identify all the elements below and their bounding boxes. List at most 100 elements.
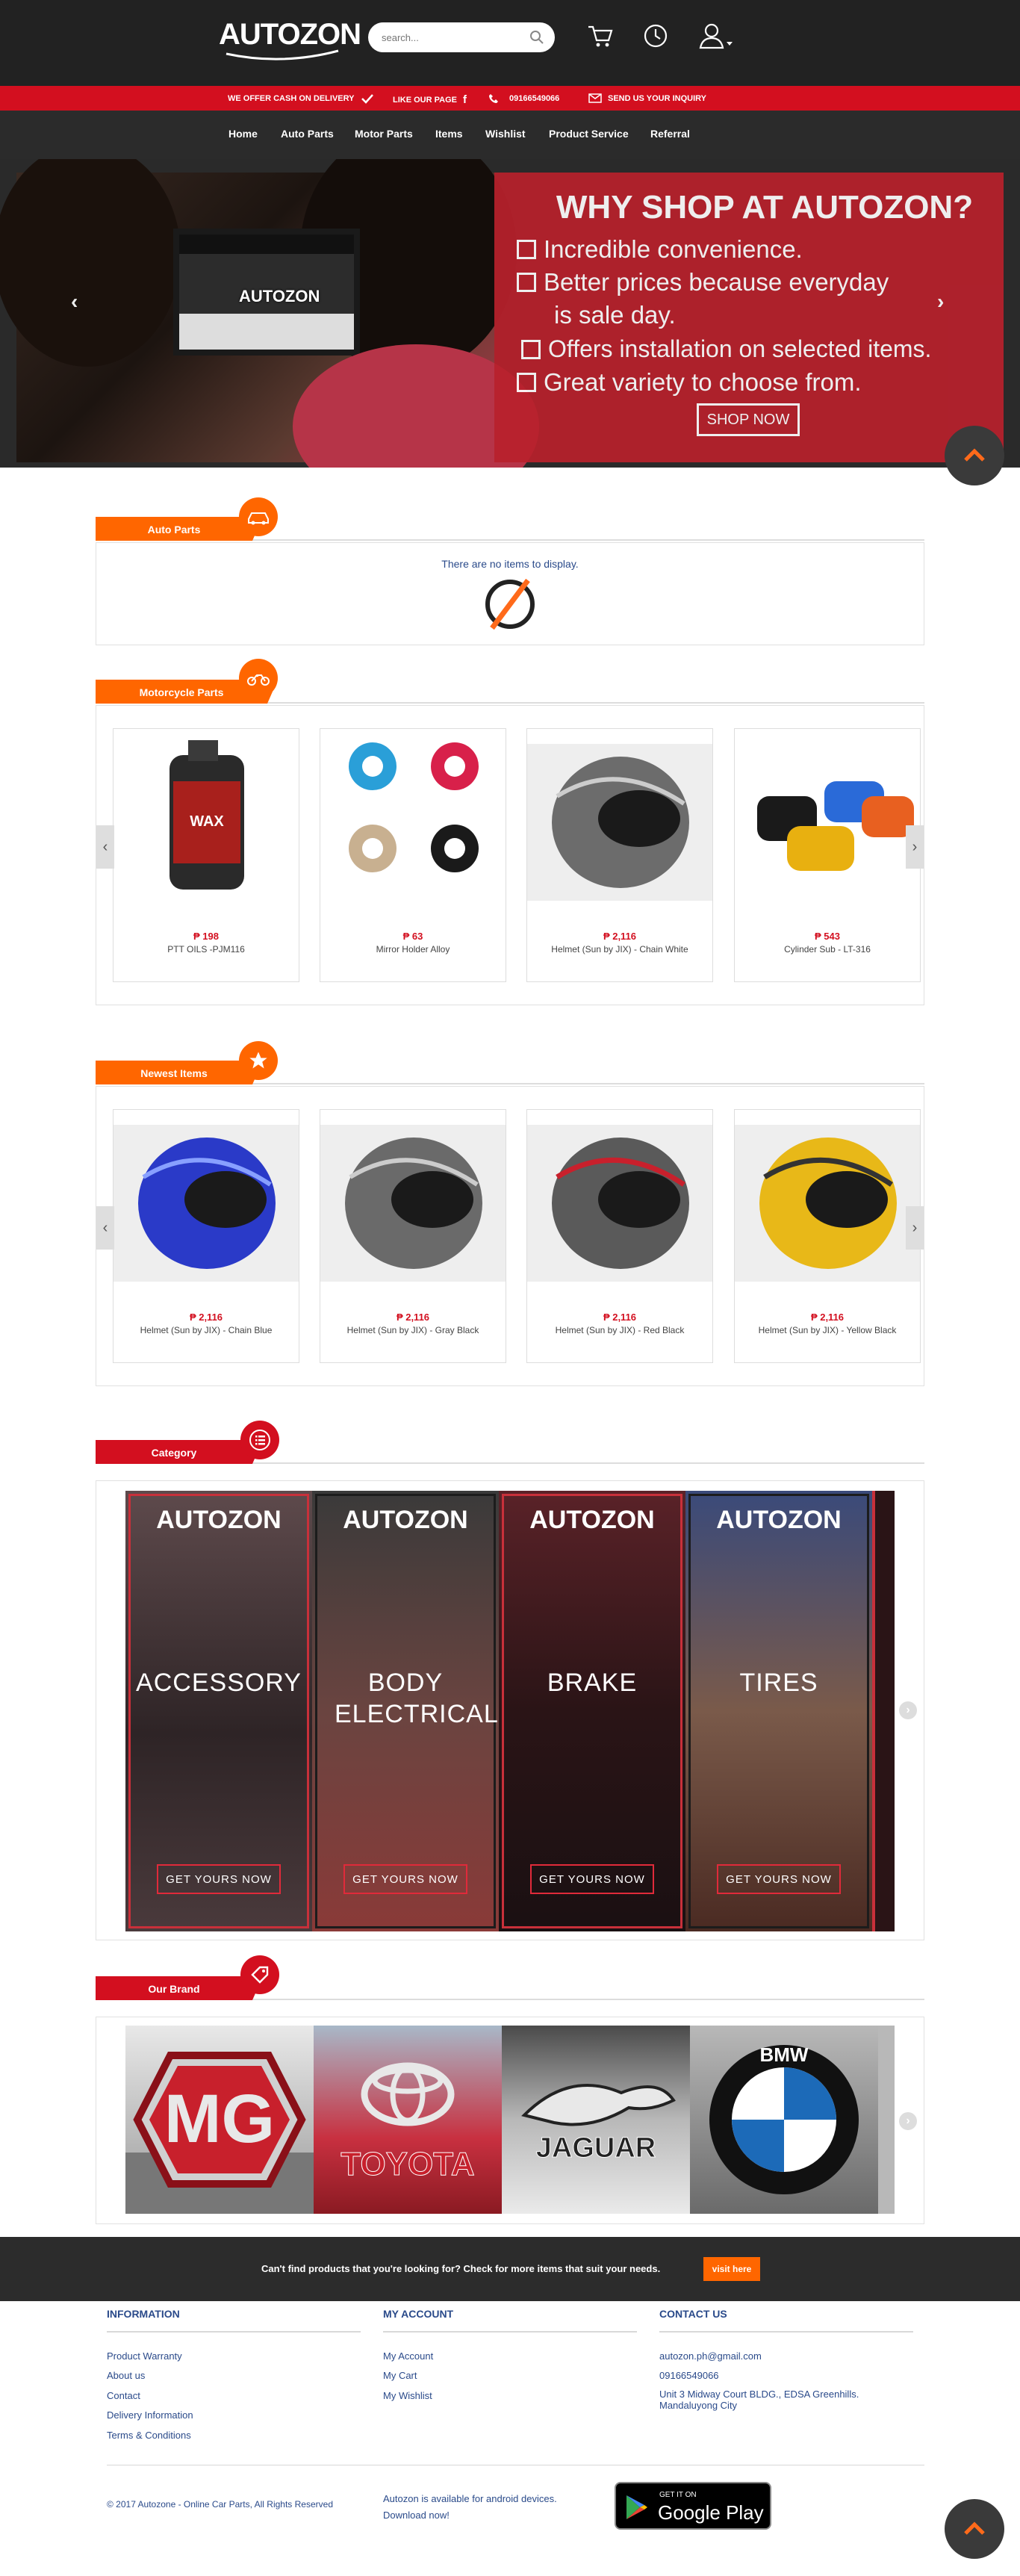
- newest-items-heading: Newest Items: [96, 1061, 263, 1084]
- brand-name: JAGUAR: [536, 2132, 656, 2164]
- brand-mg[interactable]: MG: [125, 2026, 314, 2214]
- category-heading: Category: [96, 1440, 263, 1464]
- google-play-badge[interactable]: GET IT ON Google Play: [615, 2482, 771, 2530]
- product-card[interactable]: ₱ 2,116 Helmet (Sun by JIX) - Red Black: [526, 1109, 713, 1363]
- hero-promo-panel: WHY SHOP AT AUTOZON? Incredible convenie…: [494, 173, 1004, 462]
- carousel-next-button[interactable]: ›: [906, 825, 924, 869]
- product-card[interactable]: ₱ 543 Cylinder Sub - LT-316: [734, 728, 921, 982]
- footer-divider: [383, 2331, 637, 2333]
- product-name[interactable]: Helmet (Sun by JIX) - Red Black: [527, 1325, 712, 1335]
- nav-wishlist[interactable]: Wishlist: [485, 128, 526, 140]
- user-menu-icon[interactable]: [698, 22, 736, 51]
- footer-link[interactable]: My Account: [383, 2350, 433, 2362]
- product-card[interactable]: ₱ 2,116 Helmet (Sun by JIX) - Chain Blue: [113, 1109, 299, 1363]
- brand-toyota[interactable]: TOYOTA: [314, 2026, 502, 2214]
- footer-link[interactable]: My Wishlist: [383, 2390, 432, 2401]
- product-price: ₱ 2,116: [810, 1312, 845, 1323]
- product-name[interactable]: Mirror Holder Alloy: [320, 944, 506, 955]
- facebook-icon: f: [462, 93, 467, 106]
- hero-prev-arrow[interactable]: ‹: [71, 290, 78, 314]
- product-card[interactable]: ₱ 2,116 Helmet (Sun by JIX) - Chain Whit…: [526, 728, 713, 982]
- hero-feature: Offers installation on selected items.: [521, 335, 931, 363]
- footer-link[interactable]: Product Warranty: [107, 2350, 182, 2362]
- nav-motor-parts[interactable]: Motor Parts: [355, 128, 413, 140]
- category-logo: AUTOZON: [716, 1506, 842, 1534]
- product-card[interactable]: ₱ 2,116 Helmet (Sun by JIX) - Gray Black: [320, 1109, 506, 1363]
- product-name[interactable]: Helmet (Sun by JIX) - Gray Black: [320, 1325, 506, 1335]
- cart-icon[interactable]: [586, 22, 613, 49]
- footer-link[interactable]: Terms & Conditions: [107, 2430, 191, 2441]
- play-store-icon: [626, 2495, 647, 2519]
- product-name[interactable]: Helmet (Sun by JIX) - Yellow Black: [735, 1325, 920, 1335]
- get-yours-button[interactable]: GET YOURS NOW: [717, 1864, 841, 1894]
- motorcycle-parts-carousel: WAX ₱ 198 PTT OILS -PJM116 ₱ 63 Mirror H…: [96, 705, 924, 1005]
- like-page-link[interactable]: LIKE OUR PAGE f: [393, 93, 467, 106]
- shop-now-button[interactable]: SHOP NOW: [697, 403, 800, 436]
- get-yours-button[interactable]: GET YOURS NOW: [530, 1864, 654, 1894]
- carousel-prev-button[interactable]: ‹: [96, 825, 114, 869]
- back-to-top-button[interactable]: [945, 2499, 1004, 2559]
- footer-heading: CONTACT US: [659, 2308, 727, 2320]
- brand-bmw[interactable]: BMW: [690, 2026, 878, 2214]
- nav-auto-parts[interactable]: Auto Parts: [281, 128, 334, 140]
- search-input[interactable]: [382, 28, 523, 46]
- product-image: WAX: [113, 729, 299, 904]
- copyright: © 2017 Autozone - Online Car Parts, All …: [107, 2499, 333, 2510]
- hero-feature: Better prices because everyday: [517, 268, 889, 297]
- promo-text: Can't find products that you're looking …: [261, 2263, 661, 2274]
- carousel-prev-button[interactable]: ‹: [96, 1206, 114, 1250]
- our-brand-heading: Our Brand: [96, 1976, 263, 2000]
- footer-link[interactable]: About us: [107, 2370, 145, 2381]
- contact-email[interactable]: autozon.ph@gmail.com: [659, 2350, 762, 2362]
- brand-name: MG: [164, 2081, 275, 2157]
- chevron-up-icon: [964, 2521, 985, 2535]
- brand-name: BMW: [760, 2043, 809, 2066]
- get-yours-button[interactable]: GET YOURS NOW: [343, 1864, 467, 1894]
- category-next-button[interactable]: ›: [899, 1701, 917, 1719]
- get-yours-button[interactable]: GET YOURS NOW: [157, 1864, 281, 1894]
- autozon-logo[interactable]: AUTOZON: [219, 16, 361, 61]
- logo-text: AUTOZON: [219, 18, 361, 51]
- brand-jaguar[interactable]: JAGUAR: [502, 2026, 690, 2214]
- svg-text:WAX: WAX: [190, 813, 224, 830]
- product-name[interactable]: Helmet (Sun by JIX) - Chain White: [527, 944, 712, 955]
- info-bar: WE OFFER CASH ON DELIVERY LIKE OUR PAGE f…: [0, 86, 1020, 111]
- product-name[interactable]: Helmet (Sun by JIX) - Chain Blue: [113, 1325, 299, 1335]
- clock-icon[interactable]: [642, 22, 669, 49]
- category-card-body-electrical[interactable]: AUTOZON BODY ELECTRICAL GET YOURS NOW: [312, 1491, 499, 1931]
- contact-phone: 09166549066: [659, 2370, 719, 2381]
- checkbox-icon: [517, 240, 536, 259]
- nav-product-service[interactable]: Product Service: [549, 128, 629, 140]
- hero-next-arrow[interactable]: ›: [937, 290, 944, 314]
- footer-link[interactable]: My Cart: [383, 2370, 417, 2381]
- product-card[interactable]: ₱ 2,116 Helmet (Sun by JIX) - Yellow Bla…: [734, 1109, 921, 1363]
- nav-home[interactable]: Home: [228, 128, 258, 140]
- product-card[interactable]: ₱ 63 Mirror Holder Alloy: [320, 728, 506, 982]
- visit-here-button[interactable]: visit here: [703, 2257, 760, 2281]
- category-card-accessory[interactable]: AUTOZON ACCESSORY GET YOURS NOW: [125, 1491, 312, 1931]
- carousel-next-button[interactable]: ›: [906, 1206, 924, 1250]
- category-name: ACCESSORY: [136, 1669, 302, 1697]
- product-price: ₱ 2,116: [603, 1312, 637, 1323]
- phone-info: 09166549066: [488, 93, 559, 104]
- product-image: [735, 1110, 920, 1285]
- auto-parts-heading: Auto Parts: [96, 517, 263, 541]
- hero-feature: Incredible convenience.: [517, 235, 803, 264]
- product-name[interactable]: Cylinder Sub - LT-316: [735, 944, 920, 955]
- nav-referral[interactable]: Referral: [650, 128, 690, 140]
- brand-name: TOYOTA: [340, 2146, 474, 2182]
- product-price: ₱ 2,116: [189, 1312, 223, 1323]
- brand-next-button[interactable]: ›: [899, 2112, 917, 2130]
- product-image: [320, 1110, 506, 1285]
- product-name[interactable]: PTT OILS -PJM116: [113, 944, 299, 955]
- category-card-brake[interactable]: AUTOZON BRAKE GET YOURS NOW: [499, 1491, 685, 1931]
- checkbox-icon: [517, 373, 536, 392]
- back-to-top-button[interactable]: [945, 426, 1004, 485]
- footer-link[interactable]: Contact: [107, 2390, 140, 2401]
- product-card[interactable]: WAX ₱ 198 PTT OILS -PJM116: [113, 728, 299, 982]
- inquiry-link[interactable]: SEND US YOUR INQUIRY: [588, 93, 706, 103]
- search-icon[interactable]: [529, 30, 544, 45]
- footer-link[interactable]: Delivery Information: [107, 2409, 193, 2421]
- nav-items[interactable]: Items: [435, 128, 463, 140]
- category-card-tires[interactable]: AUTOZON TIRES GET YOURS NOW: [685, 1491, 872, 1931]
